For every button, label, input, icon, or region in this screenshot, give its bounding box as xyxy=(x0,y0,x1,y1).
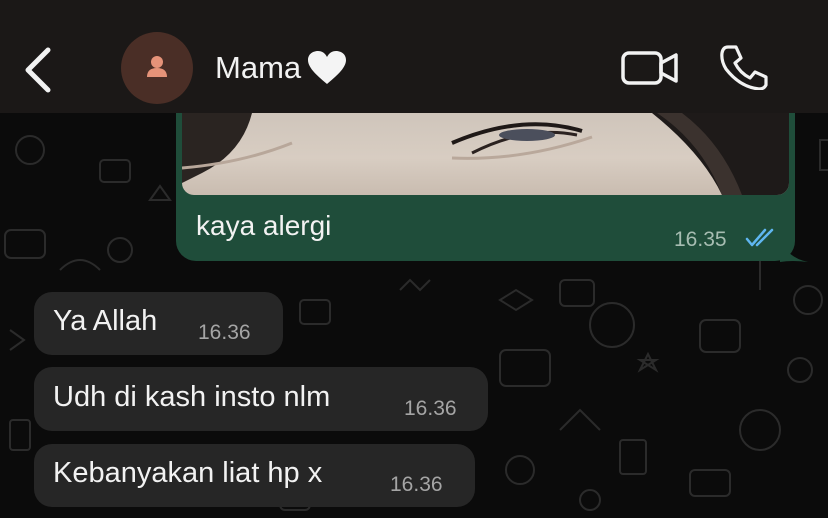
chat-header: Mama xyxy=(0,0,828,113)
message-text: kaya alergi xyxy=(196,210,332,241)
white-heart-icon xyxy=(308,51,346,84)
message-timestamp: 16.36 xyxy=(198,321,251,344)
message-timestamp: 16.35 xyxy=(674,228,727,251)
bubble-tail xyxy=(780,240,808,262)
message-text: Ya Allah xyxy=(53,305,158,337)
photo-content xyxy=(182,113,789,195)
back-chevron-icon[interactable] xyxy=(18,44,58,96)
double-check-read-icon xyxy=(745,228,774,247)
message-text: Kebanyakan liat hp x xyxy=(53,457,323,489)
contact-avatar[interactable] xyxy=(121,32,193,104)
message-timestamp: 16.36 xyxy=(390,473,443,496)
message-photo[interactable] xyxy=(182,113,789,195)
message-text: Udh di kash insto nlm xyxy=(53,381,331,413)
phone-call-icon[interactable] xyxy=(718,44,768,90)
video-call-icon[interactable] xyxy=(620,48,680,88)
contact-name[interactable]: Mama xyxy=(215,50,301,86)
person-icon xyxy=(147,56,167,77)
message-timestamp: 16.36 xyxy=(404,397,457,420)
